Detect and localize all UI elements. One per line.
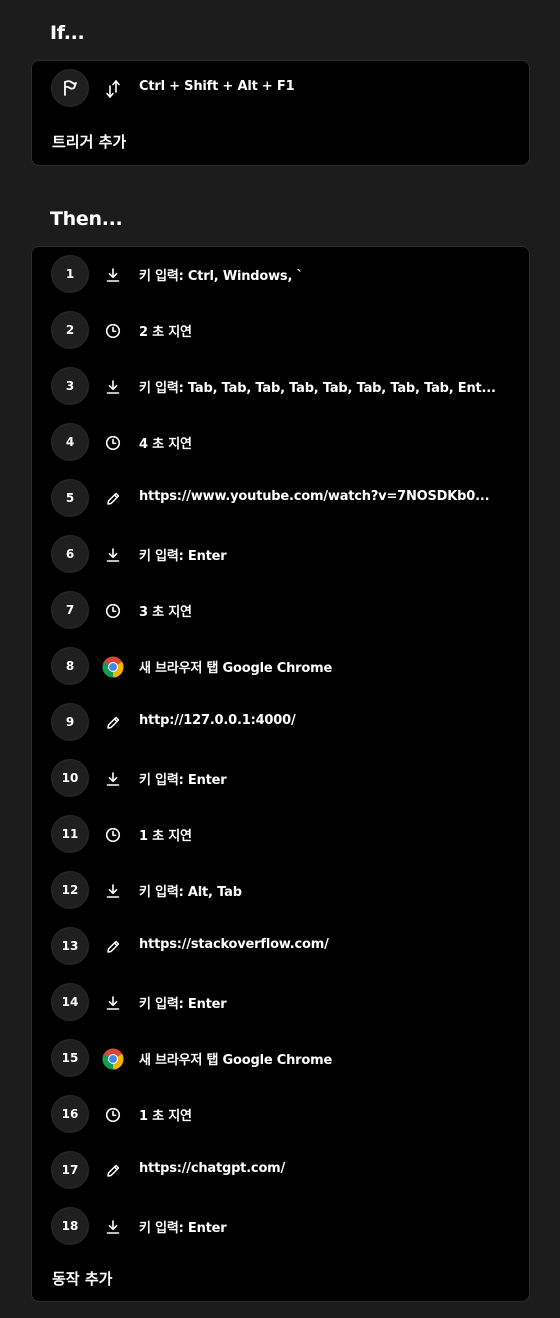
keystroke-icon <box>102 768 124 790</box>
keystroke-icon <box>102 880 124 902</box>
if-heading: If... <box>50 22 85 44</box>
then-actions-panel: 1 키 입력: Ctrl, Windows, ` 2 2 초 지연 3 키 입력: … <box>31 246 530 1302</box>
trigger-label: Ctrl + Shift + Alt + F1 <box>139 79 295 94</box>
keystroke-icon <box>102 992 124 1014</box>
action-row[interactable]: 7 3 초 지연 <box>32 583 529 639</box>
step-number: 5 <box>51 479 89 517</box>
action-row[interactable]: 16 1 초 지연 <box>32 1087 529 1143</box>
action-label: 1 초 지연 <box>139 829 192 844</box>
pencil-icon <box>102 936 124 958</box>
action-label: 키 입력: Ctrl, Windows, ` <box>139 269 303 284</box>
updown-arrows-icon <box>102 78 124 100</box>
clock-icon <box>102 1104 124 1126</box>
action-row[interactable]: 13 https://stackoverflow.com/ <box>32 919 529 975</box>
step-number: 15 <box>51 1039 89 1077</box>
step-number: 11 <box>51 815 89 853</box>
action-label: 4 초 지연 <box>139 437 192 452</box>
action-row[interactable]: 1 키 입력: Ctrl, Windows, ` <box>32 247 529 303</box>
action-row[interactable]: 8 새 브라우저 탭 Google Chrome <box>32 639 529 695</box>
clock-icon <box>102 600 124 622</box>
action-label: 키 입력: Enter <box>139 1221 227 1236</box>
action-row[interactable]: 14 키 입력: Enter <box>32 975 529 1031</box>
action-label: 키 입력: Enter <box>139 997 227 1012</box>
step-number: 17 <box>51 1151 89 1189</box>
step-number: 13 <box>51 927 89 965</box>
clock-icon <box>102 824 124 846</box>
action-label: 2 초 지연 <box>139 325 192 340</box>
step-number: 10 <box>51 759 89 797</box>
action-label: 새 브라우저 탭 Google Chrome <box>139 661 333 676</box>
action-row[interactable]: 17 https://chatgpt.com/ <box>32 1143 529 1199</box>
add-trigger-button[interactable]: 트리거 추가 <box>52 131 126 152</box>
action-label: 3 초 지연 <box>139 605 192 620</box>
action-label: 키 입력: Alt, Tab <box>139 885 242 900</box>
action-row[interactable]: 3 키 입력: Tab, Tab, Tab, Tab, Tab, Tab, Ta… <box>32 359 529 415</box>
action-row[interactable]: 4 4 초 지연 <box>32 415 529 471</box>
step-number: 2 <box>51 311 89 349</box>
keystroke-icon <box>102 544 124 566</box>
chrome-icon <box>102 1048 124 1070</box>
step-number: 18 <box>51 1207 89 1245</box>
if-trigger-panel: Ctrl + Shift + Alt + F1 트리거 추가 <box>31 60 530 166</box>
then-heading: Then... <box>50 208 123 230</box>
step-number: 9 <box>51 703 89 741</box>
pencil-icon <box>102 1160 124 1182</box>
action-label: https://stackoverflow.com/ <box>139 937 329 952</box>
step-number: 6 <box>51 535 89 573</box>
step-number: 8 <box>51 647 89 685</box>
action-row[interactable]: 5 https://www.youtube.com/watch?v=7NOSDK… <box>32 471 529 527</box>
action-label: http://127.0.0.1:4000/ <box>139 713 296 728</box>
action-row[interactable]: 18 키 입력: Enter <box>32 1199 529 1255</box>
step-number: 3 <box>51 367 89 405</box>
action-label: https://chatgpt.com/ <box>139 1161 286 1176</box>
action-row[interactable]: 2 2 초 지연 <box>32 303 529 359</box>
keystroke-icon <box>102 264 124 286</box>
action-row[interactable]: 15 새 브라우저 탭 Google Chrome <box>32 1031 529 1087</box>
step-number: 4 <box>51 423 89 461</box>
step-number: 14 <box>51 983 89 1021</box>
add-action-button[interactable]: 동작 추가 <box>52 1268 112 1289</box>
step-number: 7 <box>51 591 89 629</box>
trigger-row[interactable]: Ctrl + Shift + Alt + F1 <box>32 61 529 117</box>
step-number: 1 <box>51 255 89 293</box>
action-row[interactable]: 11 1 초 지연 <box>32 807 529 863</box>
clock-icon <box>102 432 124 454</box>
keystroke-icon <box>102 1216 124 1238</box>
action-row[interactable]: 9 http://127.0.0.1:4000/ <box>32 695 529 751</box>
action-row[interactable]: 6 키 입력: Enter <box>32 527 529 583</box>
pencil-icon <box>102 712 124 734</box>
pencil-icon <box>102 488 124 510</box>
clock-icon <box>102 320 124 342</box>
action-label: https://www.youtube.com/watch?v=7NOSDKb0… <box>139 489 490 504</box>
chrome-icon <box>102 656 124 678</box>
action-row[interactable]: 12 키 입력: Alt, Tab <box>32 863 529 919</box>
flag-icon <box>51 69 89 107</box>
action-row[interactable]: 10 키 입력: Enter <box>32 751 529 807</box>
action-label: 키 입력: Enter <box>139 773 227 788</box>
action-label: 키 입력: Tab, Tab, Tab, Tab, Tab, Tab, Tab,… <box>139 381 496 396</box>
step-number: 12 <box>51 871 89 909</box>
keystroke-icon <box>102 376 124 398</box>
action-label: 1 초 지연 <box>139 1109 192 1124</box>
action-label: 키 입력: Enter <box>139 549 227 564</box>
action-label: 새 브라우저 탭 Google Chrome <box>139 1053 333 1068</box>
step-number: 16 <box>51 1095 89 1133</box>
